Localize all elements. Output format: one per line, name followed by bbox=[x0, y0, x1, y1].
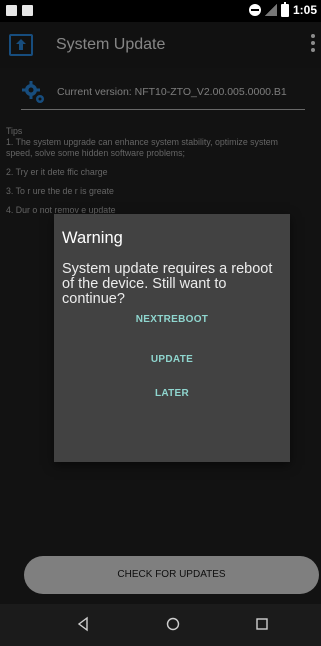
next-reboot-button[interactable]: NEXTREBOOT bbox=[54, 314, 290, 325]
update-button[interactable]: UPDATE bbox=[54, 354, 290, 365]
do-not-disturb-icon bbox=[248, 4, 261, 16]
sd-card-icon bbox=[22, 5, 33, 16]
status-time: 1:05 bbox=[292, 3, 317, 17]
recent-apps-icon[interactable] bbox=[255, 616, 269, 637]
home-icon[interactable] bbox=[165, 616, 181, 637]
status-bar: 1:05 bbox=[0, 0, 321, 22]
status-notifications bbox=[6, 5, 33, 16]
status-indicators: 1:05 bbox=[248, 1, 317, 17]
image-notification-icon bbox=[6, 5, 17, 16]
later-button[interactable]: LATER bbox=[54, 388, 290, 399]
navigation-bar bbox=[0, 604, 321, 646]
back-icon[interactable] bbox=[76, 616, 90, 637]
battery-icon bbox=[280, 1, 289, 17]
no-signal-icon bbox=[264, 4, 277, 16]
system-update-screen: System Update Current version: NFT10-ZTO… bbox=[0, 22, 321, 604]
dialog-message: System update requires a reboot of the d… bbox=[62, 261, 273, 307]
dialog-title: Warning bbox=[62, 229, 123, 247]
warning-dialog: Warning System update requires a reboot … bbox=[54, 214, 290, 462]
